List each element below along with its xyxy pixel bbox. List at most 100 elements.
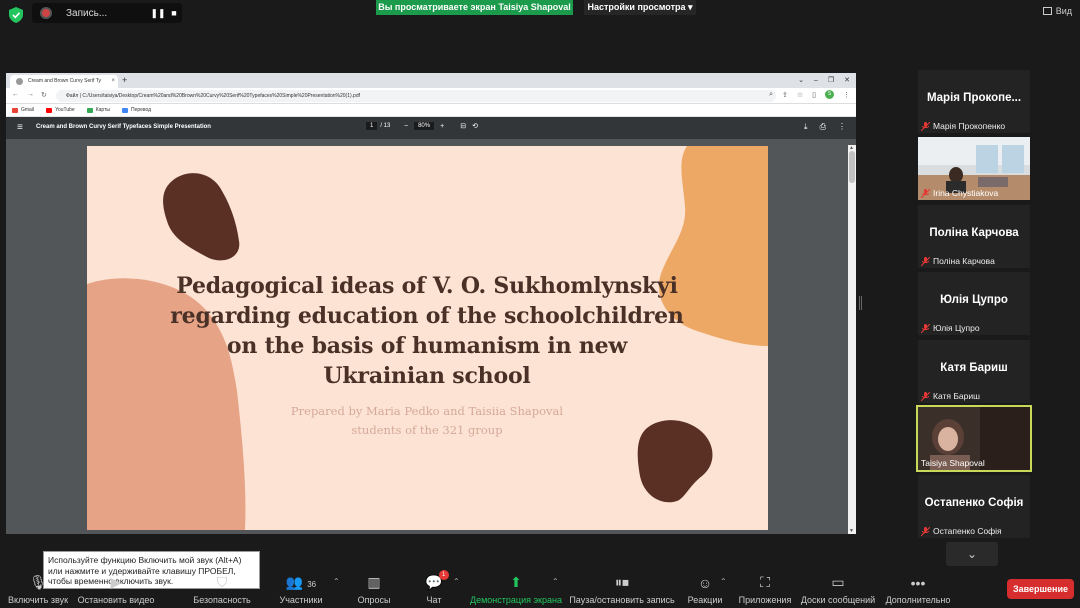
recording-label: Запись... [66,7,108,19]
reload-icon[interactable]: ↻ [41,91,47,99]
star-icon[interactable]: ☆ [797,91,803,99]
stop-recording-icon[interactable]: ■ [166,8,182,18]
pause-stop-icon: ⏸⏹ [615,574,629,590]
view-settings-button[interactable]: Настройки просмотра ▾ [584,0,696,15]
share-screen-button[interactable]: ⬆ Демонстрация экрана [470,570,562,608]
whiteboard-icon: ▭ [831,574,845,590]
end-meeting-button[interactable]: Завершение [1007,579,1074,599]
restore-icon[interactable]: ❐ [828,73,834,88]
browser-tab[interactable]: Cream and Brown Curvy Serif Ty × [10,75,118,88]
chat-button[interactable]: 💬 1 Чат [420,570,449,608]
close-icon[interactable]: ✕ [844,73,850,88]
chat-chevron-up-icon[interactable]: ⌃ [453,577,460,586]
panel-resize-handle[interactable] [859,296,862,310]
participant-name-tag: Марія Прокопенко [921,121,1005,131]
pdf-page-indicator: 1 / 13 [366,122,390,130]
whiteboards-button[interactable]: ▭ Доски сообщений [800,570,876,608]
hamburger-menu-icon[interactable]: ≡ [17,122,23,133]
view-button[interactable]: Вид [1042,6,1072,16]
bar-chart-icon: ▥ [367,574,381,590]
more-options-icon[interactable]: ⋮ [838,122,846,132]
zoom-window: Запись... ❚❚ ■ Вы просматриваете экран T… [0,0,1080,608]
fit-page-icon[interactable]: ⊟ [460,122,466,130]
kebab-menu-icon[interactable]: ⋮ [843,91,850,99]
polls-button[interactable]: ▥ Опросы [354,570,394,608]
participant-display-name: Марія Прокопе... [926,92,1022,104]
address-bar: ← → ↻ Файл | C:/Users/taisiya/Desktop/Cr… [6,88,856,104]
new-tab-button[interactable]: + [122,73,127,88]
bookmark-maps[interactable]: Карты [86,107,110,113]
participant-tile[interactable]: Поліна Карчова Поліна Карчова [918,205,1030,268]
browser-tab-bar: Cream and Brown Curvy Serif Ty × + ⌄ – ❐… [6,73,856,88]
mic-off-icon [921,391,930,401]
participant-name-tag: Irina Chystiakova [921,188,998,198]
maps-icon [86,107,93,113]
chat-bubble-icon: 💬 1 [425,570,449,591]
pdf-icon [16,78,23,85]
scroll-down-icon[interactable]: ▼ [849,528,854,534]
participant-video-tile-active[interactable]: Taisiya Shapoval [916,405,1032,472]
zoom-in-icon[interactable]: + [440,123,444,130]
participant-tile[interactable]: Остапенко Софія Остапенко Софія [918,475,1030,538]
reactions-button[interactable]: ☺ Реакции [686,570,724,608]
presentation-slide: Pedagogical ideas of V. O. Sukhomlynskyi… [87,146,768,530]
bookmarks-bar: Gmail YouTube Карты Перевод [6,104,856,117]
scrollbar-thumb[interactable] [849,151,855,183]
pause-recording-button[interactable]: ⏸⏹ Пауза/остановить запись [569,570,674,608]
more-button[interactable]: ••• Дополнительно [884,570,952,608]
close-tab-icon[interactable]: × [111,75,115,88]
sidebar-icon[interactable]: ▯ [812,91,816,99]
pdf-toolbar: ≡ Cream and Brown Curvy Serif Typefaces … [6,117,856,139]
bookmark-gmail[interactable]: Gmail [12,107,34,113]
minimize-icon[interactable]: – [814,73,818,88]
translate-icon [121,107,128,113]
bookmark-translate[interactable]: Перевод [121,107,151,113]
participant-tile[interactable]: Марія Прокопе... Марія Прокопенко [918,70,1030,133]
grid-icon [1042,7,1052,15]
pdf-actions: ⤓ ⎙ ⋮ [804,122,846,132]
apps-icon: ⛶ [760,574,770,590]
page-number-input[interactable]: 1 [366,122,378,130]
zoom-level-input[interactable]: 80% [414,122,435,130]
chevron-down-icon[interactable]: ⌄ [798,73,804,88]
unmute-button[interactable]: 🎙 Включить звук [4,570,72,608]
participant-tile[interactable]: Катя Бариш Катя Бариш [918,340,1030,403]
url-input[interactable]: Файл | C:/Users/taisiya/Desktop/Cream%20… [56,90,776,102]
share-chevron-up-icon[interactable]: ⌃ [552,577,559,586]
participants-chevron-up-icon[interactable]: ⌃ [333,577,340,586]
participant-display-name: Остапенко Софія [924,497,1024,509]
bookmark-youtube[interactable]: YouTube [46,107,75,113]
participant-video-tile[interactable]: Irina Chystiakova [918,137,1030,200]
mic-off-icon [921,526,930,536]
profile-avatar[interactable]: S [825,90,834,99]
chevron-down-icon[interactable]: ⌄ [946,542,998,566]
participant-name-tag: Поліна Карчова [921,256,995,266]
participant-tile[interactable]: Юлія Цупро Юлія Цупро [918,272,1030,335]
print-icon[interactable]: ⎙ [820,122,826,132]
record-icon [40,7,52,19]
rotate-icon[interactable]: ⟲ [472,122,478,130]
apps-button[interactable]: ⛶ Приложения [738,570,792,608]
stop-video-button[interactable]: ▶ Остановить видео [78,570,155,608]
pdf-scrollbar[interactable]: ▲ ▼ [848,145,856,534]
forward-icon[interactable]: → [27,91,34,98]
mic-off-icon: 🎙 [29,574,47,590]
back-icon[interactable]: ← [12,91,19,98]
pdf-zoom-controls: − 80% + ⊟ ⟲ [404,122,478,130]
chat-badge: 1 [438,570,449,580]
pdf-title: Cream and Brown Curvy Serif Typefaces Si… [36,124,211,130]
security-button[interactable]: ⛉ Безопасность [190,570,254,608]
share-icon[interactable]: ⇪ [782,91,788,99]
zoom-icon[interactable]: ⌕ [769,91,773,99]
download-icon[interactable]: ⤓ [804,122,808,132]
participant-display-name: Юлія Цупро [940,294,1008,306]
participant-name-tag: Taisiya Shapoval [921,458,985,468]
shield-icon[interactable] [9,7,23,23]
reactions-chevron-up-icon[interactable]: ⌃ [720,577,727,586]
subtitle-group: students of the 321 group [351,423,503,437]
recording-indicator: Запись... ❚❚ ■ [32,3,182,23]
participants-button[interactable]: 👥 36 Участники [276,570,326,608]
zoom-out-icon[interactable]: − [404,123,408,130]
mic-off-icon [921,188,930,198]
pause-recording-icon[interactable]: ❚❚ [150,8,166,19]
